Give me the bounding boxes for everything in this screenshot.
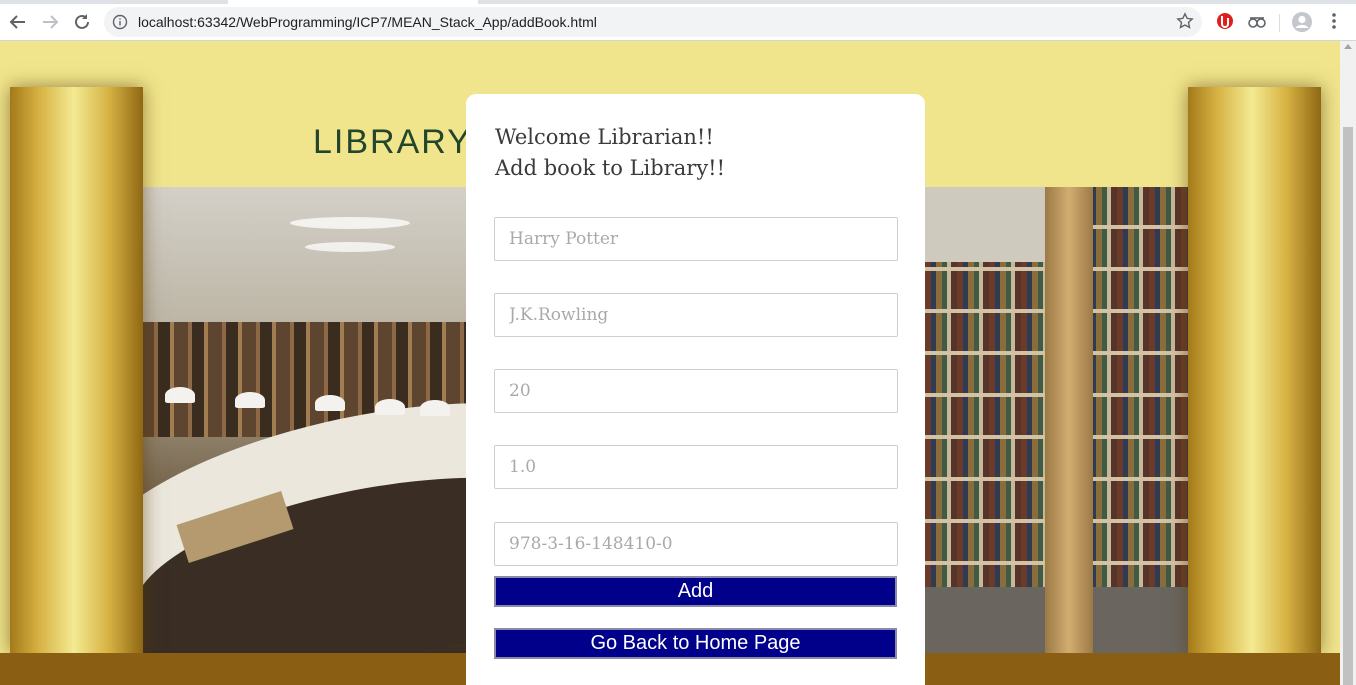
add-book-form: Welcome Librarian!! Add book to Library!… (466, 94, 925, 685)
edition-input[interactable] (494, 445, 898, 489)
ceiling-right (925, 187, 1065, 262)
info-icon[interactable] (112, 14, 128, 34)
scroll-up-arrow-icon[interactable] (1344, 44, 1352, 49)
url-text[interactable]: localhost:63342/WebProgramming/ICP7/MEAN… (138, 14, 597, 30)
bookmark-star-icon[interactable] (1176, 12, 1194, 34)
address-bar[interactable]: localhost:63342/WebProgramming/ICP7/MEAN… (104, 7, 1202, 37)
ceiling-light (305, 242, 395, 252)
back-arrow-icon[interactable] (6, 10, 30, 34)
quantity-input[interactable] (494, 369, 898, 413)
toolbar-separator (1279, 14, 1280, 32)
welcome-text: Welcome Librarian!! (495, 125, 714, 149)
author-input[interactable] (494, 293, 898, 337)
profile-icon[interactable] (1291, 11, 1313, 37)
desk-lamp (235, 392, 265, 408)
browser-toolbar: localhost:63342/WebProgramming/ICP7/MEAN… (0, 4, 1356, 41)
desk-lamp (315, 395, 345, 411)
page-scrollbar[interactable] (1340, 41, 1356, 685)
scrollbar-thumb[interactable] (1343, 127, 1353, 685)
right-scroll-pillar (1188, 87, 1321, 653)
book-name-input[interactable] (494, 217, 898, 261)
left-scroll-pillar (10, 87, 143, 653)
ceiling-light (290, 217, 410, 229)
extension-icon[interactable] (1215, 11, 1235, 35)
form-heading: Welcome Librarian!! Add book to Library!… (495, 122, 725, 184)
desk-lamp (165, 387, 195, 403)
isbn-input[interactable] (494, 522, 898, 566)
form-subtitle: Add book to Library!! (495, 156, 726, 180)
ceiling (140, 187, 480, 322)
page-content: LIBRARY MANAGEMENT SYSTEM Welcome Librar… (0, 41, 1340, 685)
desk-lamp (375, 399, 405, 415)
incognito-cloud-icon[interactable] (1247, 11, 1267, 35)
desk-lamp (420, 400, 450, 416)
add-button[interactable]: Add (494, 576, 897, 607)
menu-dots-icon[interactable] (1326, 11, 1342, 35)
wooden-column (1045, 187, 1093, 653)
home-page-button[interactable]: Go Back to Home Page (494, 628, 897, 659)
forward-arrow-icon[interactable] (38, 10, 62, 34)
reload-icon[interactable] (70, 10, 94, 34)
